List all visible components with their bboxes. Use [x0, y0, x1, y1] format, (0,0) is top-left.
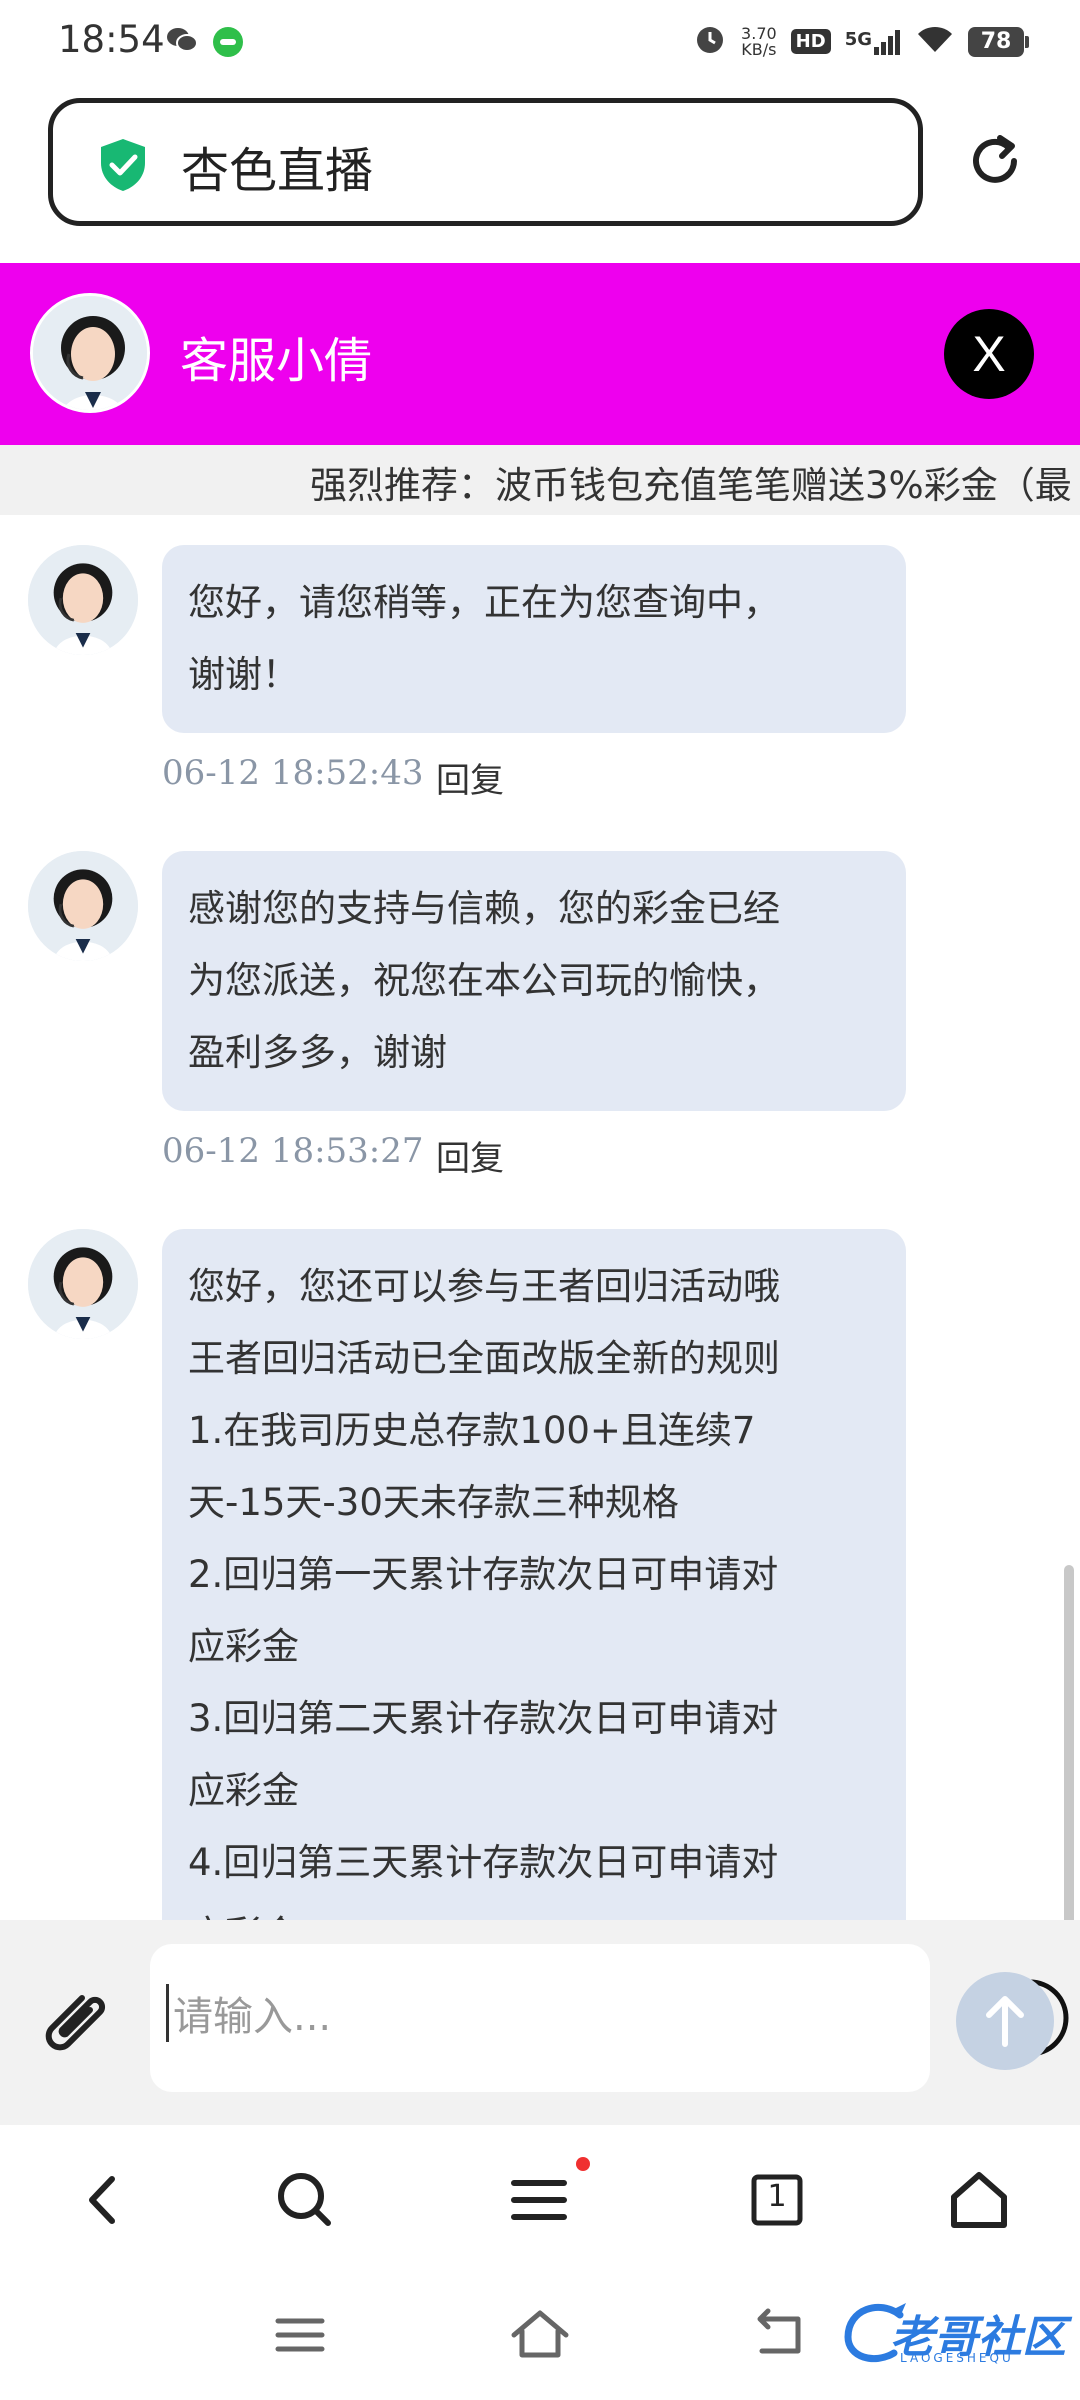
reply-link[interactable]: 回复 [436, 1131, 504, 1180]
message-line: 3.回归第二天累计存款次日可申请对 [188, 1697, 779, 1740]
announcement-text: 强烈推荐：波币钱包充值笔笔赠送3%彩金（最 [310, 464, 1072, 507]
send-button[interactable] [956, 1972, 1054, 2070]
message-line: 谢谢！ [188, 653, 299, 696]
security-shield-icon [97, 137, 149, 197]
message-timestamp: 06-12 18:52:43 [162, 753, 424, 793]
agent-avatar [28, 851, 138, 961]
message-input[interactable]: 请输入... [150, 1944, 1069, 2092]
wifi-icon [916, 24, 954, 59]
search-icon[interactable] [270, 2165, 340, 2239]
address-bar[interactable]: 杏色直播 [48, 98, 923, 226]
browser-toolbar: 1 [0, 2125, 1080, 2275]
message-input-bar: 请输入... [0, 1920, 1080, 2125]
alarm-icon [693, 22, 727, 61]
message-line: 您好，请您稍等，正在为您查询中， [188, 581, 780, 624]
net-speed: 3.70 KB/s [741, 25, 777, 59]
battery-icon: 78 [968, 26, 1029, 57]
home-icon[interactable] [944, 2165, 1014, 2239]
message-line: 您好，您还可以参与王者回归活动哦 [188, 1265, 780, 1308]
message-line: 感谢您的支持与信赖，您的彩金已经 [188, 887, 780, 930]
message-bubble: 您好，您还可以参与王者回归活动哦 王者回归活动已全面改版全新的规则 1.在我司历… [162, 1229, 906, 1920]
system-back-icon[interactable] [748, 2305, 812, 2369]
notification-dot [576, 2157, 590, 2171]
attachment-icon[interactable] [36, 1984, 114, 2064]
message-timestamp: 06-12 18:53:27 [162, 1131, 424, 1171]
message-line: 盈利多多，谢谢 [188, 1031, 447, 1074]
chat-scrollbar[interactable] [1064, 1565, 1074, 1920]
watermark-logo: 老哥社区 LAOGESHEQU [840, 2299, 1080, 2369]
hd-badge: HD [790, 29, 831, 54]
back-icon[interactable] [76, 2165, 126, 2239]
announcement-marquee: 强烈推荐：波币钱包充值笔笔赠送3%彩金（最 [0, 445, 1080, 515]
agent-name: 客服小倩 [180, 333, 373, 389]
system-home-icon[interactable] [508, 2305, 572, 2369]
arrow-up-icon [986, 1996, 1024, 2047]
agent-avatar [30, 293, 150, 413]
tabs-icon[interactable]: 1 [742, 2165, 812, 2239]
message-line: 应彩金 [188, 1625, 299, 1668]
status-time: 18:54 [58, 18, 165, 61]
message-line: 天-15天-30天未存款三种规格 [188, 1481, 679, 1524]
message-line: 王者回归活动已全面改版全新的规则 [188, 1337, 780, 1380]
message-line: 2.回归第一天累计存款次日可申请对 [188, 1553, 779, 1596]
message-line: 1.在我司历史总存款100+且连续7 [188, 1409, 756, 1452]
cellular-signal-icon: 5G [845, 29, 902, 55]
network-type: 5G [844, 28, 872, 50]
agent-avatar [28, 545, 138, 655]
system-navigation: 老哥社区 LAOGESHEQU [0, 2275, 1080, 2400]
refresh-icon[interactable] [964, 130, 1026, 196]
message-bubble: 您好，请您稍等，正在为您查询中， 谢谢！ [162, 545, 906, 733]
tab-count: 1 [767, 2179, 787, 2214]
message-line: 应彩金 [188, 1899, 880, 1920]
agent-avatar [28, 1229, 138, 1339]
wechat-icon [166, 26, 198, 58]
app-notification-icon [212, 26, 244, 62]
message-bubble: 感谢您的支持与信赖，您的彩金已经 为您派送，祝您在本公司玩的愉快， 盈利多多，谢… [162, 851, 906, 1111]
page-title: 杏色直播 [181, 143, 374, 199]
close-chat-button[interactable]: X [944, 309, 1034, 399]
watermark-subtext: LAOGESHEQU [900, 2351, 1014, 2365]
message-line: 应彩金 [188, 1769, 299, 1812]
net-speed-unit: KB/s [741, 39, 777, 59]
message-line: 4.回归第三天累计存款次日可申请对 [188, 1841, 779, 1884]
status-bar: 18:54 3.70 KB/s HD 5G 78 [0, 0, 1080, 82]
reply-link[interactable]: 回复 [436, 753, 504, 802]
message-input-placeholder: 请输入... [166, 1984, 331, 2042]
chat-messages[interactable]: 您好，请您稍等，正在为您查询中， 谢谢！ 06-12 18:52:43 回复 感… [0, 515, 1080, 1920]
menu-icon[interactable] [504, 2165, 574, 2239]
message-line: 为您派送，祝您在本公司玩的愉快， [188, 959, 780, 1002]
recent-apps-icon[interactable] [270, 2305, 330, 2369]
status-indicators: 3.70 KB/s HD 5G 78 [693, 22, 1029, 61]
chat-header: 客服小倩 X [0, 263, 1080, 445]
